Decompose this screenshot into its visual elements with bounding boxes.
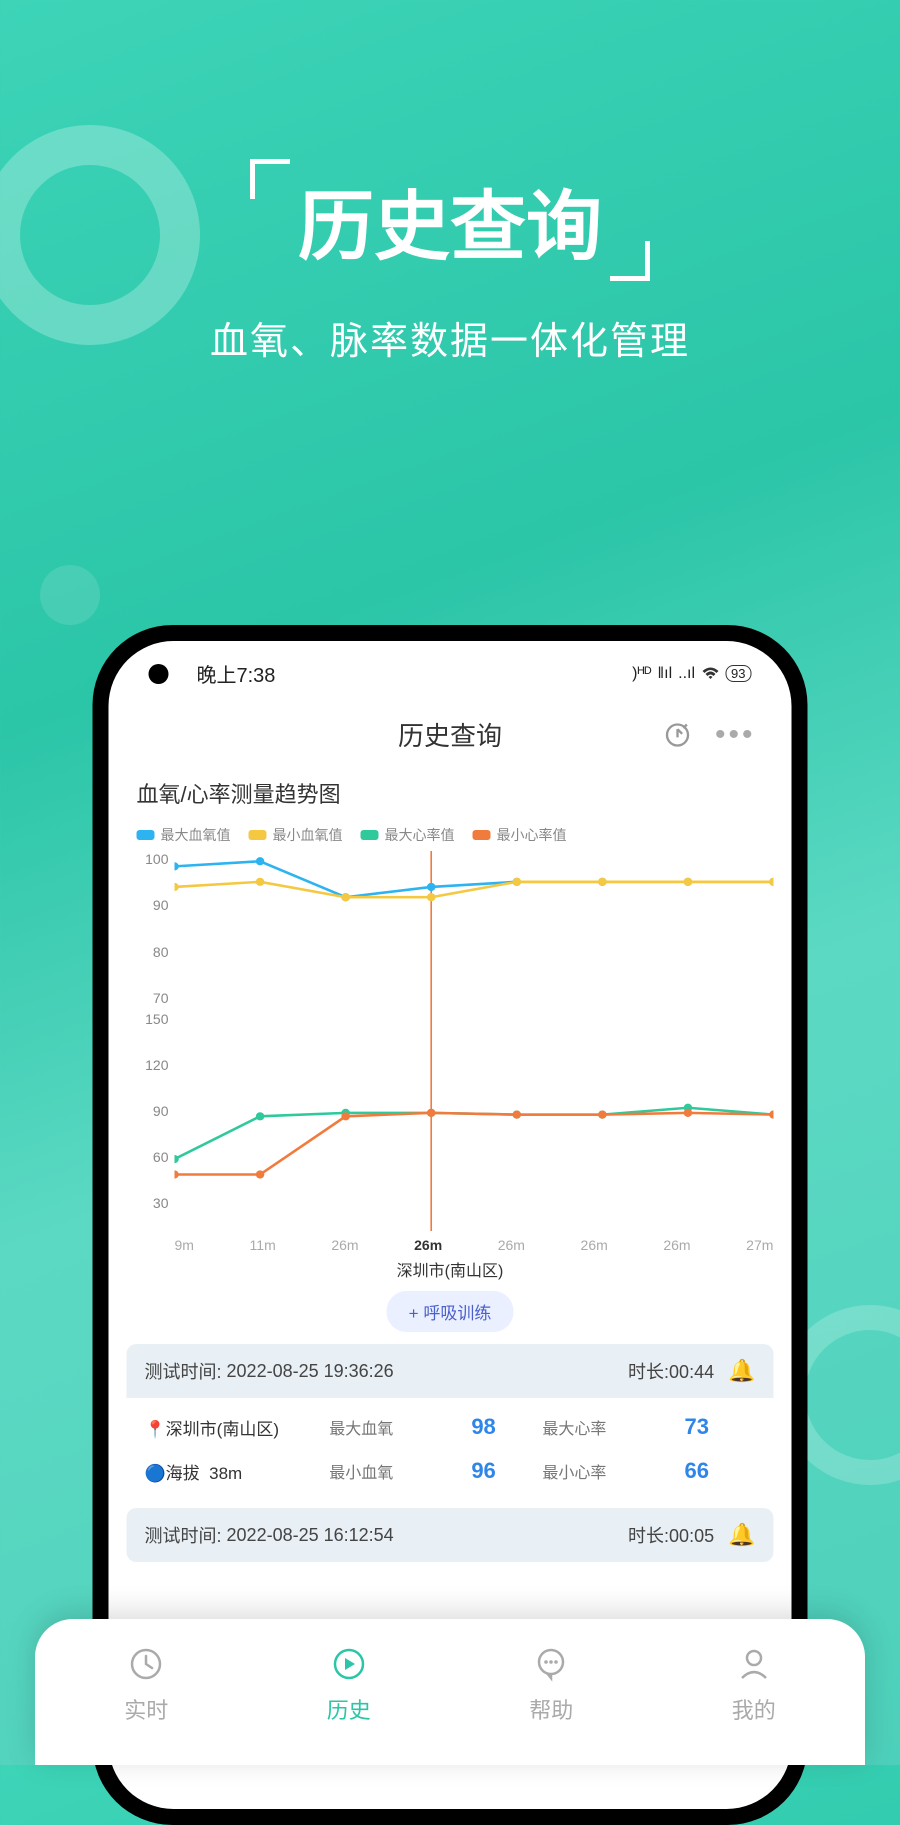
- nav-profile[interactable]: 我的: [653, 1645, 856, 1725]
- status-bar: 晚上7:38 )ᴴᴰ ‖ıl ..ıl 93: [109, 641, 792, 698]
- history-icon: [330, 1645, 368, 1683]
- record-item[interactable]: 测试时间: 2022-08-25 19:36:26 时长:00:44 🔔 📍深圳…: [127, 1344, 774, 1500]
- x-axis: 9m 11m 26m 26m 26m 26m 26m 27m: [127, 1231, 774, 1253]
- chart-canvas[interactable]: 100 90 80 70 150 120 90 60 30: [127, 851, 774, 1231]
- battery-icon: 93: [725, 665, 751, 682]
- status-indicators: )ᴴᴰ ‖ıl ..ıl 93: [632, 665, 751, 683]
- share-icon[interactable]: [664, 721, 692, 749]
- y-axis-top: 100 90 80 70: [133, 851, 169, 1006]
- y-axis-bottom: 150 120 90 60 30: [133, 1011, 169, 1211]
- more-icon[interactable]: •••: [715, 718, 756, 752]
- chart-legend: 最大血氧值 最小血氧值 最大心率值 最小心率值: [127, 815, 774, 851]
- altitude-icon: 🔵: [145, 1464, 166, 1483]
- nav-label: 帮助: [529, 1693, 573, 1725]
- nav-label: 我的: [732, 1693, 776, 1725]
- user-icon: [735, 1645, 773, 1683]
- bell-icon: 🔔: [728, 1522, 755, 1548]
- app-header: 历史查询 •••: [109, 698, 792, 771]
- bg-decoration: [40, 565, 100, 625]
- signal-icon: ..ıl: [678, 665, 695, 683]
- clock-icon: [127, 1645, 165, 1683]
- nav-realtime[interactable]: 实时: [45, 1645, 248, 1725]
- nav-history[interactable]: 历史: [248, 1645, 451, 1725]
- chart-title: 血氧/心率测量趋势图: [127, 771, 774, 815]
- camera-dot: [149, 664, 169, 684]
- chart-svg: [175, 851, 774, 1231]
- nav-help[interactable]: 帮助: [450, 1645, 653, 1725]
- chat-icon: [532, 1645, 570, 1683]
- record-header[interactable]: 测试时间: 2022-08-25 19:36:26 时长:00:44 🔔: [127, 1344, 774, 1398]
- record-item[interactable]: 测试时间: 2022-08-25 16:12:54 时长:00:05 🔔: [127, 1508, 774, 1562]
- nav-label: 实时: [124, 1693, 168, 1725]
- wifi-icon: [701, 667, 719, 681]
- status-time: 晚上7:38: [197, 659, 276, 688]
- nav-label: 历史: [327, 1693, 371, 1725]
- record-body: 📍深圳市(南山区) 最大血氧 98 最大心率 73 🔵海拔 38m 最小血氧 9…: [127, 1398, 774, 1500]
- bell-icon: 🔔: [728, 1358, 755, 1384]
- page-title: 历史查询: [398, 716, 502, 753]
- hd-icon: )ᴴᴰ: [632, 665, 651, 683]
- hero-title: 历史查询: [0, 165, 900, 275]
- breathing-training-button[interactable]: + 呼吸训练: [387, 1291, 514, 1332]
- signal-icon: ‖ıl: [658, 665, 673, 683]
- pin-icon: 📍: [145, 1420, 166, 1439]
- chart-location-label: 深圳市(南山区): [127, 1257, 774, 1281]
- record-header[interactable]: 测试时间: 2022-08-25 16:12:54 时长:00:05 🔔: [127, 1508, 774, 1562]
- bottom-nav: 实时 历史 帮助 我的: [35, 1619, 865, 1765]
